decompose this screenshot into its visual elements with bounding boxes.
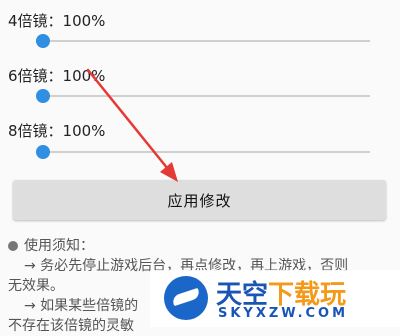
watermark: 天空下载玩 SKYXZW.COM (150, 270, 400, 327)
apply-changes-button[interactable]: 应用修改 (13, 180, 386, 220)
scope-6x-slider-thumb[interactable] (35, 89, 50, 103)
scope-8x-label: 8倍镜：100% (8, 122, 106, 140)
scope-6x-slider[interactable] (35, 89, 370, 103)
scope-4x-slider-thumb[interactable] (35, 34, 50, 48)
scope-4x-slider[interactable] (35, 34, 370, 48)
bullet-icon (8, 241, 18, 251)
watermark-url: SKYXZW.COM (218, 306, 349, 321)
usage-notes-heading: 使用须知： (8, 236, 394, 256)
scope-6x-label: 6倍镜：100% (8, 67, 106, 85)
usage-notes-heading-text: 使用须知： (24, 238, 94, 254)
scope-4x-label: 4倍镜：100% (8, 12, 106, 30)
airplane-logo-icon (164, 276, 208, 320)
scope-8x-slider-thumb[interactable] (35, 145, 50, 159)
scope-8x-slider[interactable] (35, 145, 370, 159)
